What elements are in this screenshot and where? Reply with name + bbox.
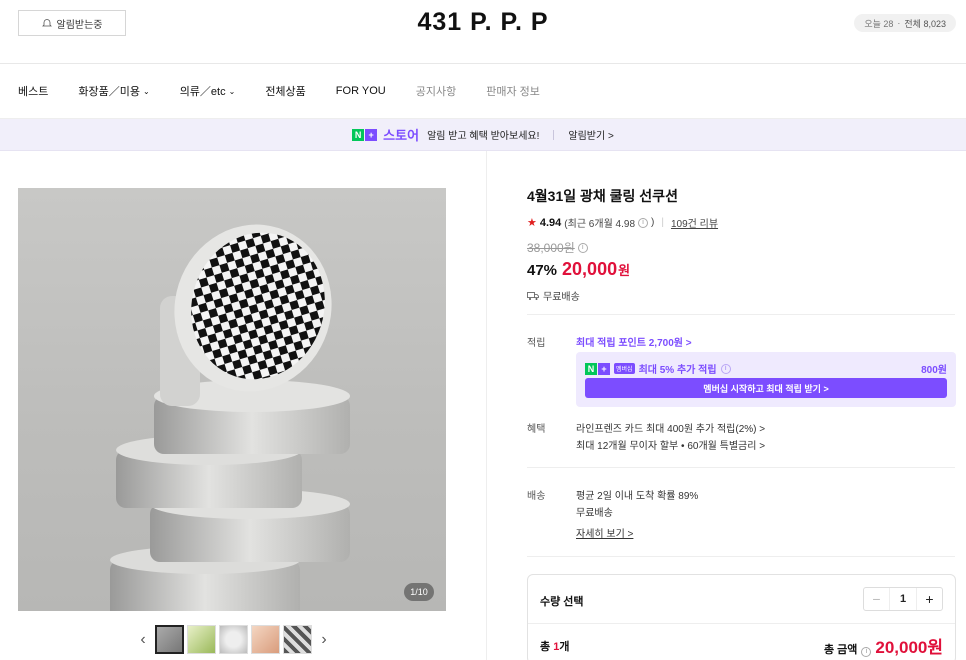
section-divider xyxy=(527,314,955,315)
increase-button[interactable]: + xyxy=(916,588,942,610)
chevron-down-icon: ⌄ xyxy=(142,86,150,96)
rating-row: ★ 4.94 (최근 6개월 4.98 i) | 109건 리뷰 xyxy=(527,215,955,231)
points-label: 적립 xyxy=(527,338,546,349)
card-perk-link[interactable]: 라인프렌즈 카드 최대 400원 추가 적립(2%) > xyxy=(576,420,765,435)
visits-total: 전체 8,023 xyxy=(904,18,946,29)
image-counter: 1/10 xyxy=(404,583,434,601)
original-price-row: 38,000원 i xyxy=(527,239,955,256)
membership-text: 최대 5% 추가 적립 xyxy=(638,365,717,376)
notify-banner: N + 스토어 알림 받고 혜택 받아보세요! 알림받기 > xyxy=(0,119,966,151)
perk-label: 혜택 xyxy=(527,424,546,435)
thumbnail-1[interactable] xyxy=(155,625,184,654)
visit-counter: 오늘 28 · 전체 8,023 xyxy=(854,14,956,32)
total-amount-row: 총 금액 i 20,000원 xyxy=(824,633,943,658)
quantity-stepper: − 1 + xyxy=(863,587,943,611)
nav-item-notice[interactable]: 공지사항 xyxy=(416,83,456,99)
total-label: 총 금액 xyxy=(823,644,858,656)
banner-divider xyxy=(553,129,555,140)
truck-icon xyxy=(527,291,539,300)
info-icon[interactable]: i xyxy=(861,646,872,657)
quantity-value[interactable]: 1 xyxy=(890,593,916,605)
product-details: 4월31일 광채 쿨링 선쿠션 ★ 4.94 (최근 6개월 4.98 i) | … xyxy=(527,186,955,303)
info-icon[interactable]: i xyxy=(638,217,649,228)
thumbnail-5[interactable] xyxy=(283,625,312,654)
naver-plus-icon: N + xyxy=(352,128,378,141)
rating-recent-close: ) xyxy=(651,217,655,228)
cushion-compact-illustration xyxy=(110,224,350,611)
store-name[interactable]: 431 P. P. P xyxy=(0,8,966,37)
prev-thumb-arrow[interactable]: ‹ xyxy=(134,631,152,649)
membership-start-button[interactable]: 멤버십 시작하고 최대 적립 받기 > xyxy=(585,378,947,398)
next-thumb-arrow[interactable]: › xyxy=(315,631,333,649)
shipping-row: 무료배송 xyxy=(527,288,955,303)
banner-notify-link[interactable]: 알림받기 > xyxy=(568,127,613,142)
rating-divider: | xyxy=(661,217,664,228)
membership-amount: 800원 xyxy=(921,365,947,376)
nav-item-seller-info[interactable]: 판매자 정보 xyxy=(486,83,540,99)
delivery-probability: 평균 2일 이내 도착 확률 89% xyxy=(576,491,699,502)
info-icon[interactable]: i xyxy=(720,363,731,374)
installment-perk-link[interactable]: 최대 12개월 무이자 할부 • 60개월 특별금리 > xyxy=(576,437,765,452)
membership-header: N + 멤버십 최대 5% 추가 적립 i xyxy=(585,361,731,376)
product-title: 4월31일 광채 쿨링 선쿠션 xyxy=(527,188,678,204)
banner-message: 알림 받고 혜택 받아보세요! xyxy=(427,131,540,142)
nav-item-for-you[interactable]: FOR YOU xyxy=(336,85,386,97)
discount-rate: 47% xyxy=(527,262,558,279)
banner-store-word: 스토어 xyxy=(383,128,420,143)
visits-today: 오늘 28 xyxy=(864,18,894,29)
thumbnail-3[interactable] xyxy=(219,625,248,654)
info-icon[interactable]: i xyxy=(577,242,588,253)
price-row: 47% 20,000 원 xyxy=(527,259,955,280)
review-count-link[interactable]: 109건 리뷰 xyxy=(671,215,718,230)
max-points-link[interactable]: 최대 적립 포인트 2,700원 > xyxy=(576,334,692,349)
delivery-label: 배송 xyxy=(527,491,546,502)
visits-dot: · xyxy=(897,18,901,28)
total-price: 20,000원 xyxy=(875,638,943,657)
section-divider xyxy=(527,556,955,557)
quantity-label: 수량 선택 xyxy=(540,596,584,608)
thumbnail-strip: ‹ › xyxy=(134,625,333,654)
original-price: 38,000원 xyxy=(527,241,575,255)
thumbnail-4[interactable] xyxy=(251,625,280,654)
sale-price-unit: 원 xyxy=(618,263,631,278)
nav-item-best[interactable]: 베스트 xyxy=(18,83,48,99)
sale-price: 20,000 xyxy=(562,259,618,279)
category-nav: 베스트 화장품／미용 ⌄ 의류／etc ⌄ 전체상품 FOR YOU 공지사항 판매… xyxy=(0,64,966,119)
chevron-down-icon: ⌄ xyxy=(228,86,236,96)
total-count: 총 1개 xyxy=(540,641,570,653)
delivery-detail-link[interactable]: 자세히 보기 > xyxy=(576,525,633,540)
thumbnail-2[interactable] xyxy=(187,625,216,654)
quantity-box: 수량 선택 − 1 + 총 1개 총 금액 i 20,000원 xyxy=(527,574,956,660)
rating-score: 4.94 xyxy=(539,216,562,229)
membership-tag: 멤버십 xyxy=(614,363,635,374)
star-icon: ★ xyxy=(527,217,537,229)
quantity-divider xyxy=(528,623,955,624)
decrease-button[interactable]: − xyxy=(864,588,890,610)
column-divider xyxy=(486,151,487,660)
nav-item-all-products[interactable]: 전체상품 xyxy=(265,83,305,99)
product-main-image[interactable]: 1/10 xyxy=(18,188,446,611)
store-header: 알림받는중 431 P. P. P 오늘 28 · 전체 8,023 xyxy=(0,0,966,64)
section-divider xyxy=(527,467,955,468)
delivery-free: 무료배송 xyxy=(576,508,613,519)
rating-recent: (최근 6개월 4.98 xyxy=(564,219,636,230)
naver-plus-icon: N + xyxy=(585,362,610,375)
shipping-text: 무료배송 xyxy=(543,292,580,303)
nav-item-clothing[interactable]: 의류／etc ⌄ xyxy=(180,83,236,99)
membership-box: N + 멤버십 최대 5% 추가 적립 i 800원 멤버십 시작하고 최대 적립… xyxy=(576,352,956,407)
nav-item-cosmetics[interactable]: 화장품／미용 ⌄ xyxy=(78,83,149,99)
